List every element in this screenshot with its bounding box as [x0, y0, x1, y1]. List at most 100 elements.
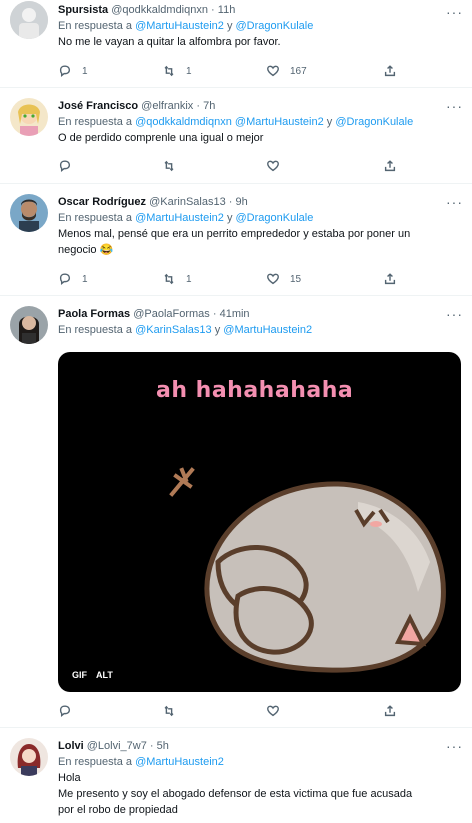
like-button[interactable]	[266, 158, 280, 174]
reply-button[interactable]	[58, 158, 72, 174]
mention-link[interactable]: @KarinSalas13	[135, 324, 212, 336]
retweet-button[interactable]	[162, 703, 176, 719]
avatar[interactable]	[10, 1, 48, 39]
reply-prefix: En respuesta a	[58, 324, 132, 336]
more-icon[interactable]: ···	[446, 99, 462, 114]
tweet-text-line: Hola	[58, 772, 81, 784]
share-icon	[384, 65, 396, 77]
alt-badge[interactable]: ALT	[96, 670, 113, 680]
reply-prefix: En respuesta a	[58, 212, 132, 224]
more-icon[interactable]: ···	[446, 5, 462, 20]
retweet-count: 1	[186, 65, 192, 77]
share-button[interactable]	[383, 703, 397, 719]
reply-prefix: En respuesta a	[58, 756, 132, 768]
mention-link[interactable]: @DragonKulale	[236, 20, 314, 32]
author-handle[interactable]: @Lolvi_7w7	[87, 740, 147, 752]
tweet-header: José Francisco @elfrankix · 7h	[58, 98, 464, 114]
reply-conj: y	[226, 212, 233, 224]
tweet-2[interactable]: José Francisco @elfrankix · 7h En respue…	[0, 88, 472, 184]
author-name[interactable]: Lolvi	[58, 740, 84, 752]
tweet-text: O de perdido comprenle una igual o mejor	[58, 132, 264, 144]
retweet-icon	[164, 161, 174, 171]
author-handle[interactable]: @PaolaFormas	[133, 308, 210, 320]
avatar[interactable]	[10, 306, 48, 344]
like-button[interactable]: 167	[266, 63, 307, 79]
tweet-3[interactable]: Oscar Rodríguez @KarinSalas13 · 9h En re…	[0, 184, 472, 296]
author-handle[interactable]: @qodkkaldmdiqnxn	[111, 4, 208, 16]
avatar[interactable]	[10, 194, 48, 232]
timestamp[interactable]: 41min	[220, 308, 250, 320]
share-icon	[384, 160, 396, 172]
reply-prefix: En respuesta a	[58, 20, 132, 32]
tweet-text-line: Me presento y soy el abogado defensor de…	[58, 788, 413, 800]
mention-link[interactable]: @MartuHaustein2	[135, 756, 224, 768]
reply-icon	[59, 705, 71, 717]
share-button[interactable]	[383, 271, 397, 287]
author-name[interactable]: Paola Formas	[58, 308, 130, 320]
more-icon[interactable]: ···	[446, 195, 462, 210]
timestamp[interactable]: 5h	[157, 740, 169, 752]
author-handle[interactable]: @elfrankix	[141, 100, 193, 112]
gif-image	[169, 467, 446, 673]
more-icon[interactable]: ···	[446, 739, 462, 754]
mention-link[interactable]: @DragonKulale	[335, 116, 413, 128]
like-button[interactable]	[266, 703, 280, 719]
share-button[interactable]	[383, 158, 397, 174]
retweet-button[interactable]: 1	[162, 63, 192, 79]
reply-conj: y	[326, 116, 333, 128]
reply-conj: y	[226, 20, 233, 32]
gif-badge: GIF	[72, 670, 87, 680]
tweet-5[interactable]: Lolvi @Lolvi_7w7 · 5h En respuesta a @Ma…	[0, 728, 472, 823]
reply-button[interactable]	[58, 703, 72, 719]
tweet-header: Paola Formas @PaolaFormas · 41min	[58, 306, 464, 322]
avatar[interactable]	[10, 738, 48, 776]
mention-link[interactable]: @MartuHaustein2	[135, 20, 224, 32]
share-button[interactable]	[383, 63, 397, 79]
tweet-4[interactable]: Paola Formas @PaolaFormas · 41min En res…	[0, 296, 472, 728]
like-button[interactable]: 15	[266, 271, 301, 287]
tweet-1[interactable]: Spursista @qodkkaldmdiqnxn · 11h En resp…	[0, 0, 472, 88]
like-count: 15	[290, 273, 302, 285]
tweet-text-line: Menos mal, pensé que era un perrito empr…	[58, 228, 411, 240]
retweet-count: 1	[186, 273, 192, 285]
like-count: 167	[290, 65, 307, 77]
retweet-icon	[164, 706, 174, 716]
retweet-icon	[164, 274, 174, 284]
retweet-button[interactable]	[162, 158, 176, 174]
mention-link[interactable]: @MartuHaustein2	[223, 324, 312, 336]
mention-link[interactable]: @MartuHaustein2	[135, 212, 224, 224]
reply-context: En respuesta a @KarinSalas13 y @MartuHau…	[58, 322, 464, 338]
reply-prefix: En respuesta a	[58, 116, 132, 128]
avatar[interactable]	[10, 98, 48, 136]
reply-button[interactable]: 1	[58, 271, 88, 287]
share-icon	[384, 705, 396, 717]
tweet-text-line: por el robo de propiedad	[58, 804, 178, 816]
reply-count: 1	[82, 65, 88, 77]
timestamp[interactable]: 11h	[218, 4, 236, 16]
separator-dot: ·	[196, 100, 201, 112]
reply-context: En respuesta a @MartuHaustein2	[58, 754, 464, 770]
author-name[interactable]: José Francisco	[58, 100, 138, 112]
mention-link[interactable]: @MartuHaustein2	[235, 116, 324, 128]
separator-dot: ·	[211, 4, 215, 16]
separator-dot: ·	[212, 308, 217, 320]
reply-button[interactable]: 1	[58, 63, 88, 79]
reply-icon	[59, 273, 71, 285]
timestamp[interactable]: 7h	[203, 100, 215, 112]
author-name[interactable]: Spursista	[58, 4, 108, 16]
separator-dot: ·	[149, 740, 154, 752]
more-icon[interactable]: ···	[446, 307, 462, 322]
gif-media[interactable]: ah hahahahaha GIF ALT	[58, 352, 461, 692]
tweet-header: Lolvi @Lolvi_7w7 · 5h	[58, 738, 464, 754]
like-icon	[267, 705, 279, 717]
mention-link[interactable]: @qodkkaldmdiqnxn	[135, 116, 232, 128]
timestamp[interactable]: 9h	[236, 196, 248, 208]
author-handle[interactable]: @KarinSalas13	[149, 196, 226, 208]
mention-link[interactable]: @DragonKulale	[236, 212, 314, 224]
share-icon	[384, 273, 396, 285]
like-icon	[267, 160, 279, 172]
reply-icon	[59, 65, 71, 77]
retweet-button[interactable]: 1	[162, 271, 192, 287]
author-name[interactable]: Oscar Rodríguez	[58, 196, 146, 208]
tweet-text: Hola Me presento y soy el abogado defens…	[58, 770, 464, 818]
